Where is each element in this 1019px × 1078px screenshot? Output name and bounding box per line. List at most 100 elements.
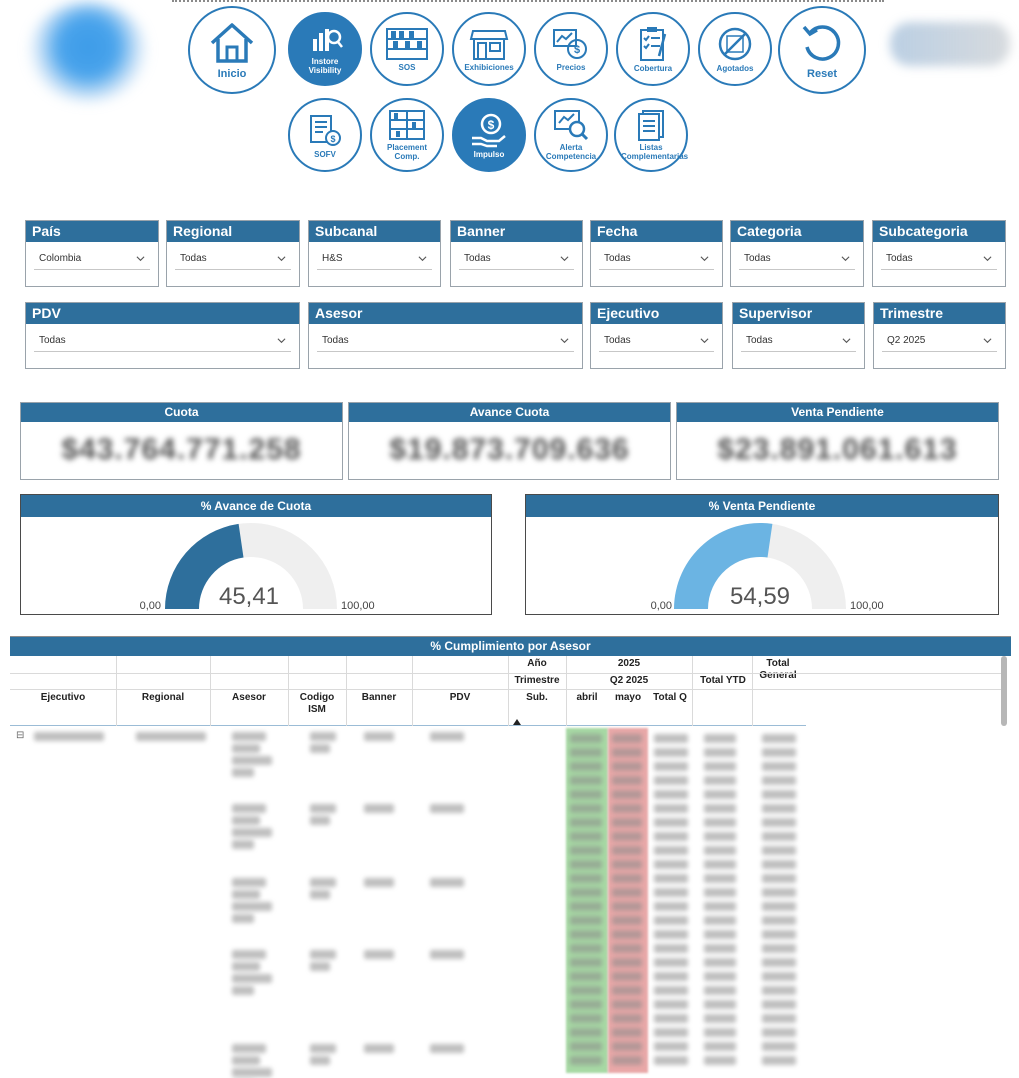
gauge-avance-card: % Avance de Cuota 45,41 0,00 100,00 [20,494,492,615]
filter-subcanal[interactable]: Subcanal H&S [308,220,441,287]
nav-exhibiciones-button[interactable]: Exhibiciones [452,12,526,86]
col-total-ytd[interactable]: Total YTD [694,675,752,687]
nav-agotados-button[interactable]: Agotados [698,12,772,86]
filter-asesor[interactable]: Asesor Todas [308,302,583,369]
filter-value: Todas [604,253,631,264]
blurred-cell [570,1000,602,1009]
blurred-cell [364,878,394,887]
nav-label: Agotados [716,63,754,73]
blurred-cell [570,874,602,883]
nav-inicio-button[interactable]: Inicio [188,6,276,94]
filter-value: Todas [180,253,207,264]
nav-impulso-button[interactable]: $ Impulso [452,98,526,172]
nav-alerta-competencia-button[interactable]: Alerta Competencia [534,98,608,172]
blurred-cell [654,1014,688,1023]
blurred-cell [612,986,642,995]
blurred-cell [310,1056,330,1065]
nav-reset-button[interactable]: Reset [778,6,866,94]
blurred-cell [762,860,796,869]
blurred-cell [704,958,736,967]
col-abril[interactable]: abril [566,692,608,704]
blurred-cell [570,944,602,953]
nav-label: Inicio [217,67,247,80]
blurred-cell [704,1042,736,1051]
filter-title: PDV [26,303,299,324]
filter-dropdown[interactable]: Todas [317,330,574,352]
filter-title: Subcategoria [873,221,1005,242]
col-total-q[interactable]: Total Q [648,692,692,704]
filter-dropdown[interactable]: Q2 2025 [882,330,997,352]
filter-dropdown[interactable]: Todas [599,248,714,270]
blurred-cell [232,828,272,837]
blurred-cell [762,776,796,785]
col-divider [210,656,211,726]
kpi-title: Avance Cuota [349,403,670,422]
filter-trimestre[interactable]: Trimestre Q2 2025 [873,302,1006,369]
gauge-max: 100,00 [850,600,884,612]
filter-regional[interactable]: Regional Todas [166,220,300,287]
col-sub[interactable]: Sub. [508,692,566,704]
nav-label: Precios [556,62,586,72]
top-right-logo [890,22,1010,66]
filter-dropdown[interactable]: Todas [459,248,574,270]
filter-dropdown[interactable]: Todas [34,330,291,352]
blurred-cell [430,1044,464,1053]
filter-banner[interactable]: Banner Todas [450,220,583,287]
col-pdv[interactable]: PDV [412,692,508,704]
blurred-cell [570,762,602,771]
table-title: % Cumplimiento por Asesor [10,637,1011,656]
blurred-cell [310,890,330,899]
filter-categoria[interactable]: Categoria Todas [730,220,864,287]
nav-label: Listas Complementarias [621,143,689,161]
price-icon: $ [553,28,587,59]
filter-dropdown[interactable]: Todas [741,330,856,352]
blurred-cell [232,816,260,825]
filter-dropdown[interactable]: Todas [599,330,714,352]
filter-pais[interactable]: País Colombia [25,220,159,287]
nav-placement-comp-button[interactable]: Placement Comp. [370,98,444,172]
col-banner[interactable]: Banner [346,692,412,704]
nav-sofv-button[interactable]: $ SOFV [288,98,362,172]
filter-subcategoria[interactable]: Subcategoria Todas [872,220,1006,287]
nav-precios-button[interactable]: $ Precios [534,12,608,86]
blurred-cell [570,860,602,869]
nav-cobertura-button[interactable]: Cobertura [616,12,690,86]
col-asesor[interactable]: Asesor [210,692,288,704]
col-mayo[interactable]: mayo [608,692,648,704]
filter-fecha[interactable]: Fecha Todas [590,220,723,287]
blurred-cell [612,1014,642,1023]
nav-sos-button[interactable]: SOS [370,12,444,86]
shelf-icon [386,27,428,60]
col-regional[interactable]: Regional [116,692,210,704]
blurred-cell [704,734,736,743]
col-codigo-ism[interactable]: Codigo ISM [290,692,344,716]
blurred-cell [762,916,796,925]
col-ejecutivo[interactable]: Ejecutivo [10,692,116,704]
nav-instore-visibility-button[interactable]: Instore Visibility [288,12,362,86]
filter-dropdown[interactable]: H&S [317,248,432,270]
col-divider [346,656,347,726]
header-line [10,673,1002,674]
filter-dropdown[interactable]: Todas [881,248,997,270]
filter-dropdown[interactable]: Todas [739,248,855,270]
blurred-cell [364,804,394,813]
filter-dropdown[interactable]: Todas [175,248,291,270]
blurred-cell [704,986,736,995]
blurred-cell [570,734,602,743]
filter-pdv[interactable]: PDV Todas [25,302,300,369]
blurred-cell [310,962,330,971]
nav-listas-complementarias-button[interactable]: Listas Complementarias [614,98,688,172]
chevron-down-icon [842,338,851,344]
filter-dropdown[interactable]: Colombia [34,248,150,270]
kpi-title: Cuota [21,403,342,422]
expand-collapse-icon[interactable]: ⊟ [16,730,24,741]
blurred-cell [654,762,688,771]
filter-ejecutivo[interactable]: Ejecutivo Todas [590,302,723,369]
filter-title: País [26,221,158,242]
blurred-cell [570,958,602,967]
table-scrollbar[interactable] [1001,656,1007,726]
col-total-general[interactable]: Total General [754,658,802,682]
blurred-cell [570,776,602,785]
filter-supervisor[interactable]: Supervisor Todas [732,302,865,369]
gauge-pendiente: 54,59 0,00 100,00 [651,523,884,612]
